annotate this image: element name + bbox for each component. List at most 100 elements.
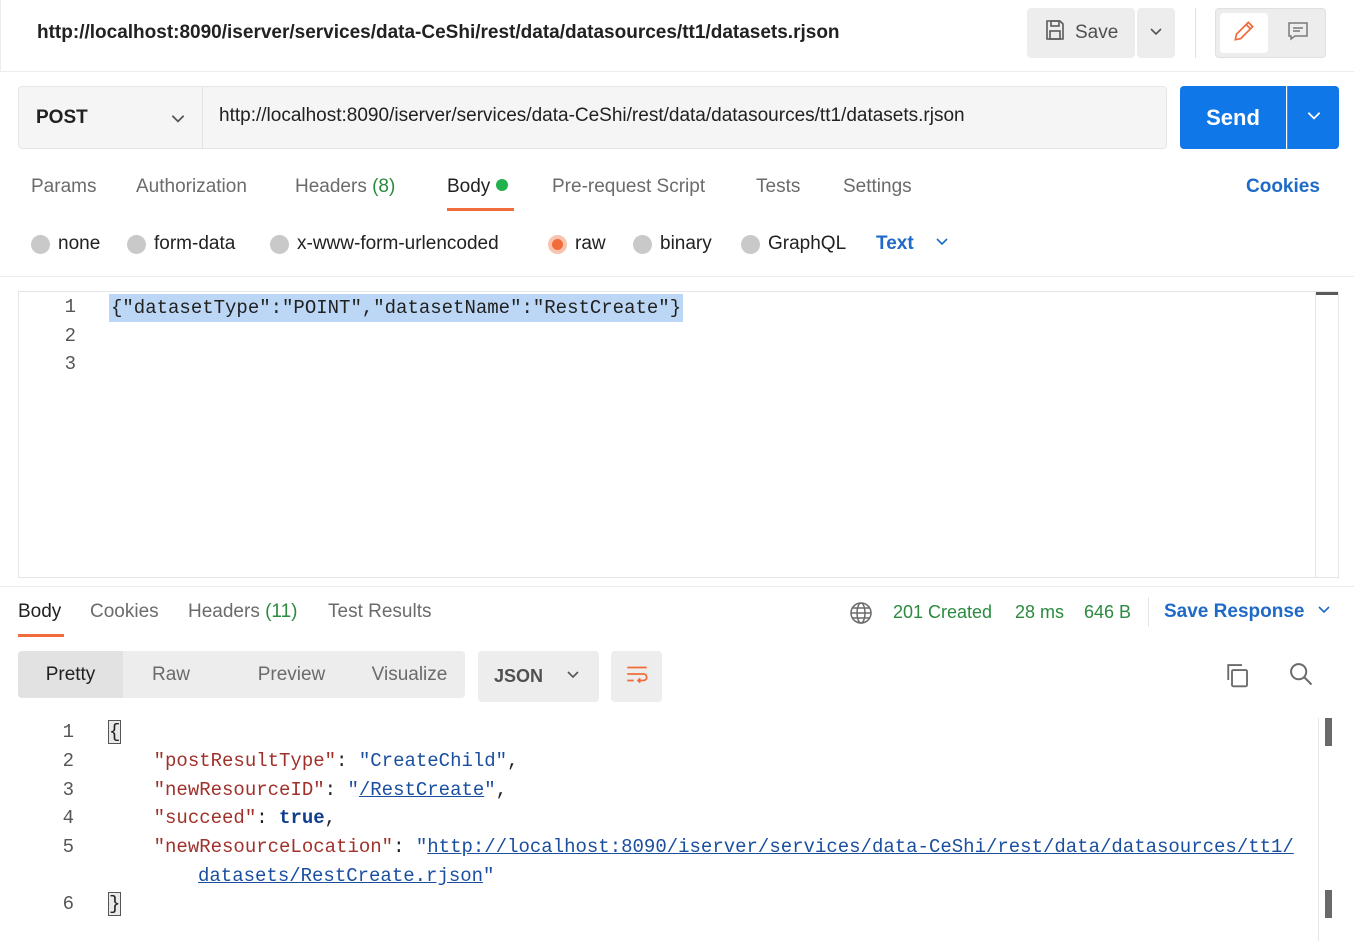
response-line-text[interactable]: "newResourceID": "/RestCreate", [108,779,507,801]
json-bool-value: true [279,807,325,829]
response-line-text[interactable]: { [108,720,122,744]
line-number: 4 [62,807,74,829]
chevron-down-icon [1148,23,1164,44]
view-pretty[interactable]: Pretty [18,651,123,698]
json-link-value[interactable]: /RestCreate [359,779,484,801]
json-key: "newResourceLocation" [153,836,394,858]
request-body-editor[interactable] [18,291,1339,578]
radio-none[interactable]: none [31,233,100,255]
radio-graphql[interactable]: GraphQL [741,233,846,255]
response-format-label: JSON [494,666,544,686]
tab-pre-request-script[interactable]: Pre-request Script [552,176,705,198]
radio-circle-selected [548,234,567,254]
tab-body[interactable]: Body [447,176,509,198]
response-size[interactable]: 646 B [1084,602,1131,623]
radio-label: GraphQL [768,233,847,254]
response-view-modes: Pretty Raw Preview Visualize [18,651,465,698]
view-raw[interactable]: Raw [123,651,219,698]
chevron-down-icon [1305,106,1323,129]
view-visualize[interactable]: Visualize [354,651,465,698]
section-divider [0,276,1354,277]
globe-icon[interactable] [849,601,873,630]
tab-headers-count: (8) [372,176,396,197]
radio-urlencoded[interactable]: x-www-form-urlencoded [270,233,499,255]
search-icon[interactable] [1287,660,1315,693]
status-code[interactable]: 201 Created [893,602,992,623]
tab-tests[interactable]: Tests [756,176,800,198]
line-number: 3 [64,353,76,375]
view-preview[interactable]: Preview [219,651,364,698]
json-key: "succeed" [153,807,257,829]
json-value: "CreateChild" [358,750,508,772]
pencil-icon [1231,18,1257,49]
copy-icon[interactable] [1222,660,1252,695]
response-tab-test-results[interactable]: Test Results [328,601,431,623]
chevron-down-icon [169,109,187,133]
send-options-button[interactable] [1287,86,1339,149]
radio-label: none [58,233,101,254]
response-format-select[interactable]: JSON [478,651,599,702]
response-tab-cookies[interactable]: Cookies [90,601,159,623]
tab-params[interactable]: Params [31,176,96,198]
radio-binary[interactable]: binary [633,233,712,255]
response-line-text[interactable]: } [108,892,122,916]
chevron-down-icon [565,666,581,687]
response-line-text[interactable]: "succeed": true, [108,807,336,829]
editor-scroll-thumb[interactable] [1316,292,1338,295]
tab-headers[interactable]: Headers (8) [295,176,395,198]
comments-mode-button[interactable] [1274,13,1322,53]
method-label: POST [36,106,88,128]
radio-circle [633,234,652,254]
line-number: 2 [62,750,74,772]
cookies-link[interactable]: Cookies [1246,176,1320,198]
radio-label: x-www-form-urlencoded [297,233,499,254]
json-link-value[interactable]: http://localhost:8090/iserver/services/d… [427,836,1294,858]
response-line-text[interactable]: datasets/RestCreate.rjson" [198,865,494,887]
raw-format-label: Text [876,233,914,254]
response-scroll-thumb[interactable] [1325,718,1332,746]
save-response-label: Save Response [1164,601,1305,622]
active-tab-indicator [18,634,64,637]
method-select[interactable]: POST [19,87,203,148]
tab-body-label: Body [447,176,491,197]
response-tab-body[interactable]: Body [18,601,61,623]
radio-form-data[interactable]: form-data [127,233,235,255]
line-number: 5 [62,836,74,858]
chevron-down-icon [934,233,950,255]
radio-raw[interactable]: raw [548,233,606,255]
response-line: 3 "newResourceID": "/RestCreate", [0,776,1354,805]
line-number: 3 [62,779,74,801]
json-link-value-cont[interactable]: datasets/RestCreate.rjson [198,865,483,887]
radio-label: binary [660,233,712,254]
wrap-lines-button[interactable] [611,651,662,702]
request-body-line[interactable]: {"datasetType":"POINT","datasetName":"Re… [109,294,684,322]
response-line: 5 "newResourceLocation": "http://localho… [0,833,1354,862]
open-brace: { [108,720,122,744]
save-options-button[interactable] [1137,8,1175,58]
response-scroll-thumb[interactable] [1325,890,1332,918]
response-scrollbar[interactable] [1318,718,1319,941]
response-tab-headers[interactable]: Headers (11) [188,601,298,623]
url-input[interactable]: http://localhost:8090/iserver/services/d… [219,105,965,127]
status-divider [1148,597,1149,627]
save-button[interactable]: Save [1027,8,1135,58]
url-bar: POST http://localhost:8090/iserver/servi… [18,86,1167,149]
response-line-text[interactable]: "newResourceLocation": "http://localhost… [108,836,1294,858]
line-number: 2 [64,325,76,347]
section-divider [0,586,1354,587]
tab-settings[interactable]: Settings [843,176,912,198]
radio-circle [270,234,289,254]
response-tab-headers-label: Headers [188,601,260,622]
edit-mode-button[interactable] [1220,13,1268,53]
response-line-text[interactable]: "postResultType": "CreateChild", [108,750,519,772]
save-response-button[interactable]: Save Response [1164,601,1332,623]
send-button[interactable]: Send [1180,86,1286,149]
tab-authorization[interactable]: Authorization [136,176,247,198]
wrap-lines-icon [624,661,650,692]
raw-format-select[interactable]: Text [876,233,950,255]
request-title[interactable]: http://localhost:8090/iserver/services/d… [37,22,840,44]
toolbar-divider [1195,8,1196,58]
response-line: 4 "succeed": true, [0,804,1354,833]
editor-scrollbar[interactable] [1315,292,1316,577]
response-time[interactable]: 28 ms [1015,602,1064,623]
